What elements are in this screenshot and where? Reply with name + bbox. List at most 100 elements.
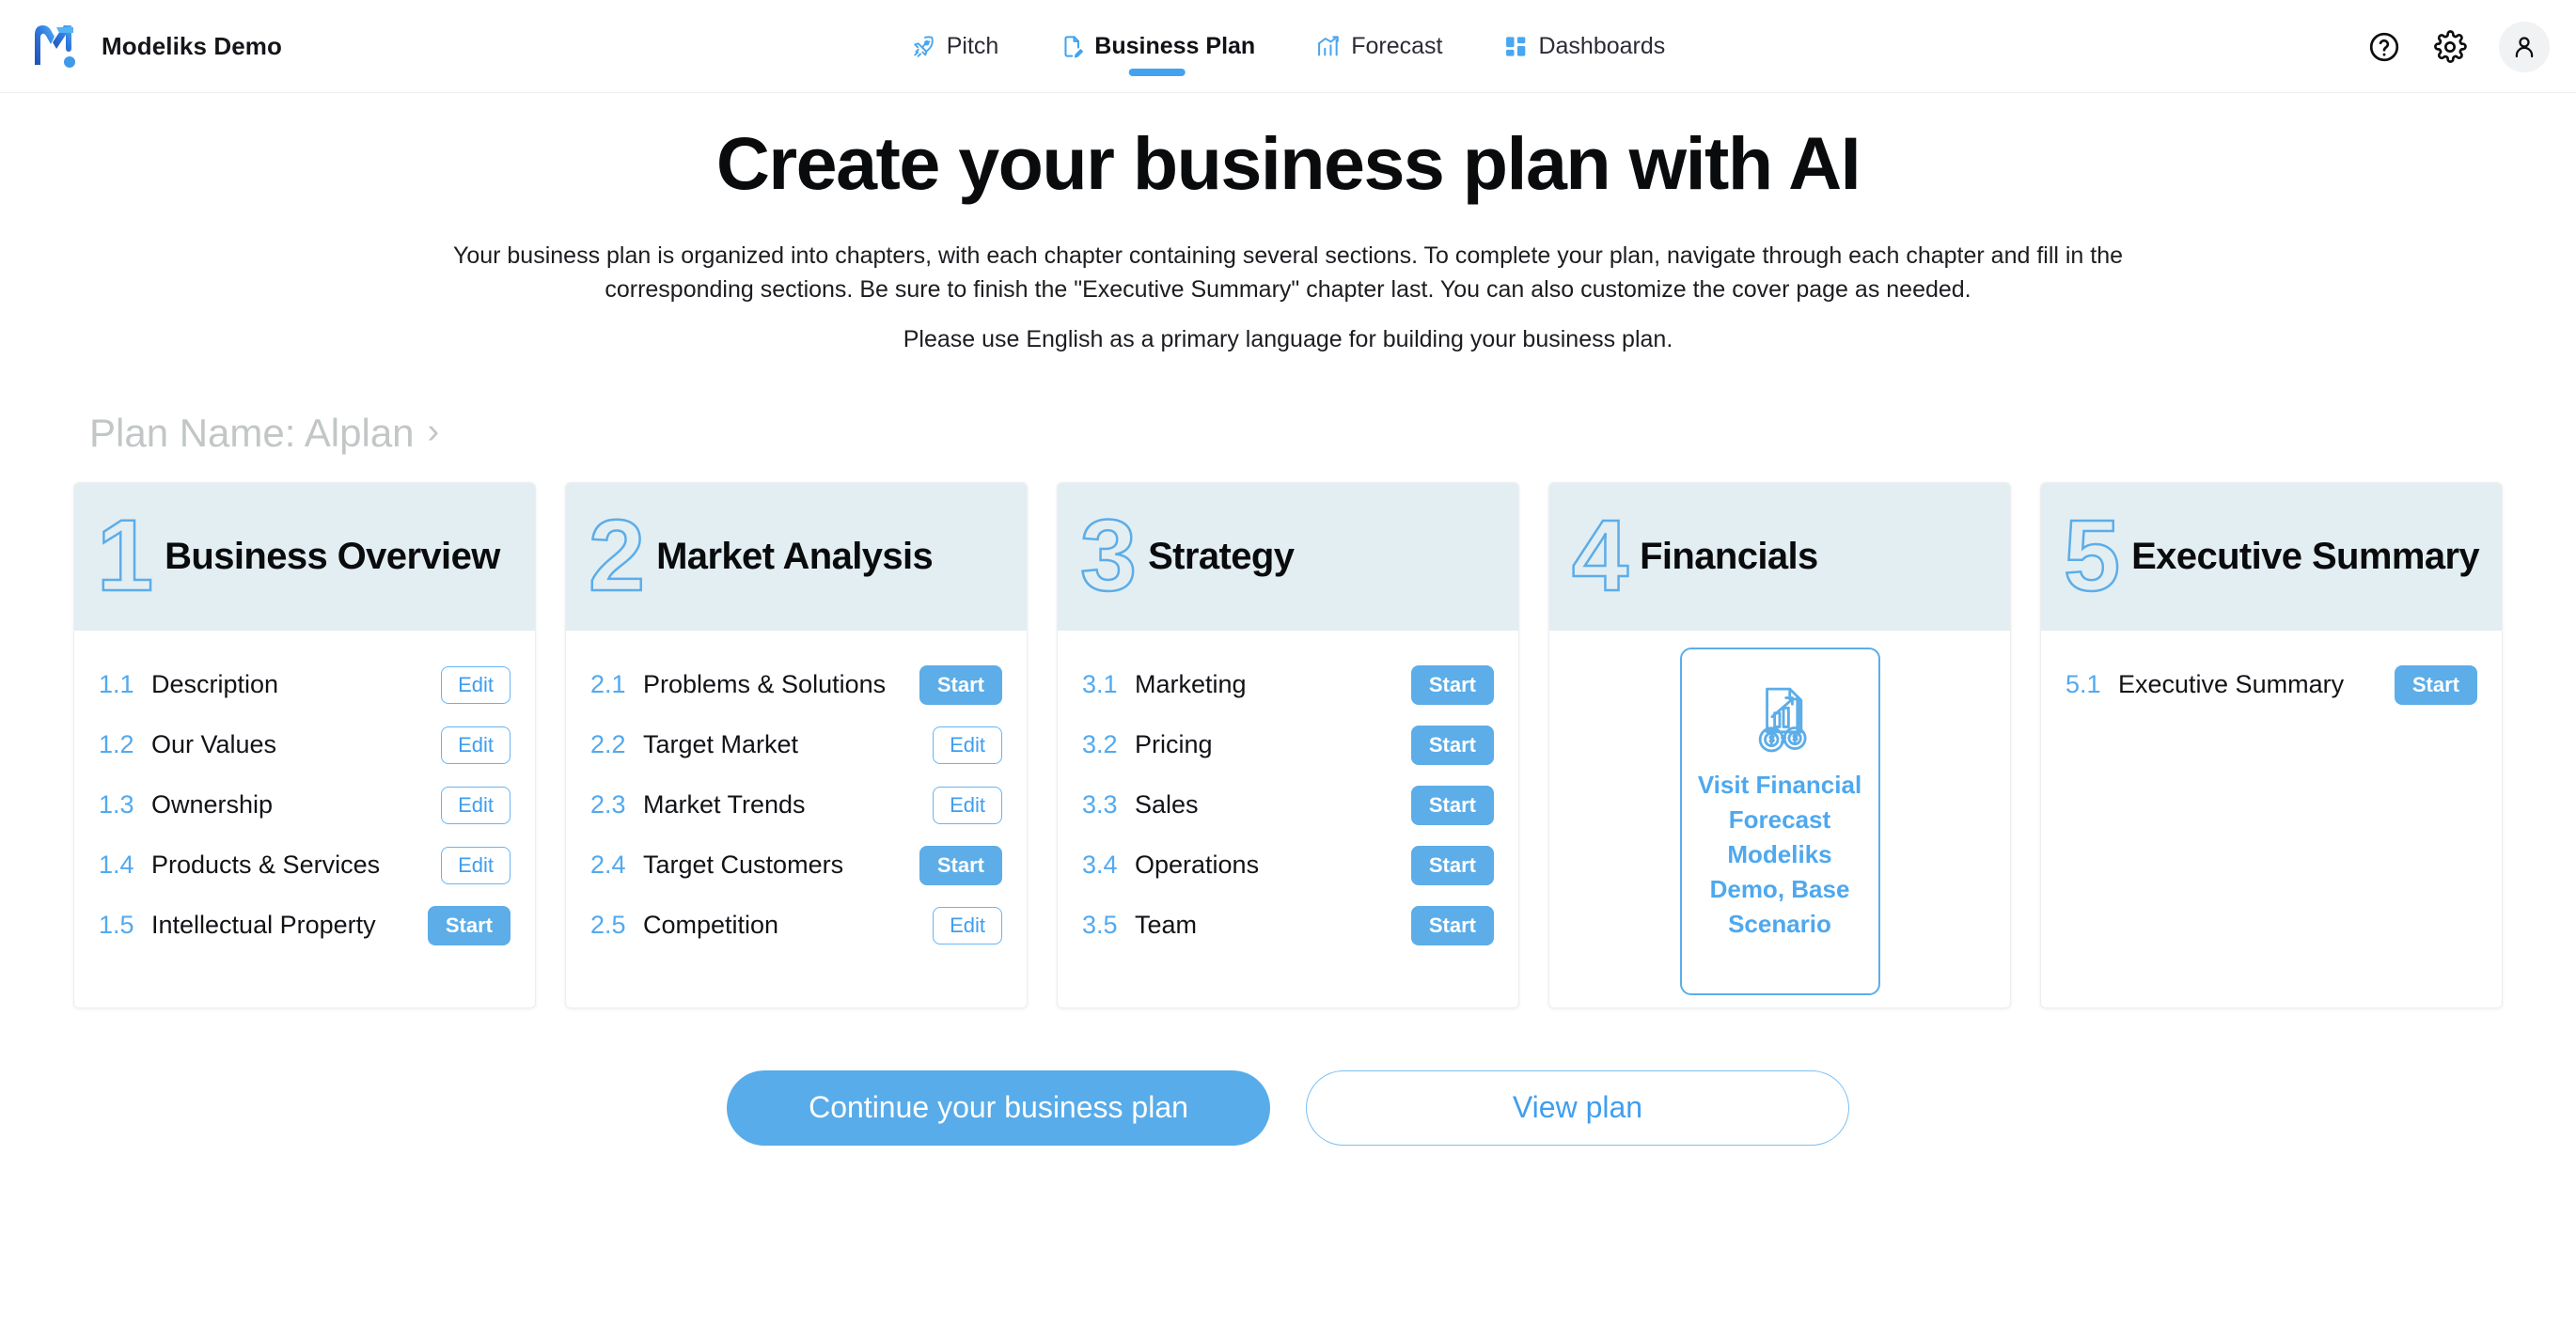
section-number: 1.4 (99, 851, 134, 880)
section-label: Target Market (643, 730, 799, 759)
chapter-header: 2 Market Analysis (566, 482, 1027, 631)
financial-forecast-body: Visit Financial Forecast Modeliks Demo, … (1549, 631, 2010, 1007)
continue-business-plan-button[interactable]: Continue your business plan (727, 1069, 1270, 1146)
section-action-button[interactable]: Edit (933, 907, 1002, 945)
section-row: 3.4 Operations Start (1082, 835, 1494, 896)
tab-label: Dashboards (1538, 33, 1666, 59)
hero-description: Your business plan is organized into cha… (381, 207, 2195, 356)
section-label: Marketing (1135, 670, 1247, 699)
section-label: Target Customers (643, 851, 844, 880)
footer-actions: Continue your business plan View plan (0, 1069, 2576, 1146)
chevron-right-icon: › (427, 411, 440, 451)
chapter-cards: 1 Business Overview 1.1 Description Edit… (73, 481, 2503, 1008)
chapter-title: Strategy (1148, 535, 1295, 577)
view-plan-button[interactable]: View plan (1306, 1069, 1849, 1146)
section-label: Our Values (151, 730, 277, 759)
chapter-number: 3 (1079, 497, 1139, 612)
tab-dashboards[interactable]: Dashboards (1500, 0, 1667, 93)
section-number: 3.3 (1082, 790, 1118, 820)
tab-label: Pitch (946, 33, 999, 59)
hero-paragraph-2: Please use English as a primary language… (903, 325, 1673, 352)
user-avatar[interactable] (2499, 21, 2550, 72)
chapter-title: Business Overview (165, 535, 500, 577)
section-number: 1.5 (99, 911, 134, 940)
help-circle-icon[interactable] (2367, 30, 2401, 64)
section-number: 3.1 (1082, 670, 1118, 699)
section-row: 2.2 Target Market Edit (590, 715, 1002, 775)
section-action-button[interactable]: Start (1410, 665, 1494, 705)
section-action-button[interactable]: Start (1410, 846, 1494, 885)
section-action-button[interactable]: Edit (441, 787, 510, 824)
section-action-button[interactable]: Start (1410, 726, 1494, 765)
section-action-button[interactable]: Start (919, 846, 1002, 885)
user-avatar-icon (2515, 36, 2534, 57)
section-row: 3.2 Pricing Start (1082, 715, 1494, 775)
top-navigation-bar: Modeliks Demo Pitch Business Plan Foreca… (0, 0, 2576, 93)
section-row: 2.1 Problems & Solutions Start (590, 655, 1002, 715)
financial-forecast-label: Visit Financial Forecast Modeliks Demo, … (1697, 770, 1862, 938)
brand-name: Modeliks Demo (102, 31, 283, 60)
section-row: 2.3 Market Trends Edit (590, 775, 1002, 835)
section-action-button[interactable]: Start (919, 665, 1002, 705)
financial-forecast-icon (1739, 674, 1820, 755)
section-row: 3.5 Team Start (1082, 896, 1494, 956)
section-action-button[interactable]: Start (1410, 786, 1494, 825)
section-number: 3.2 (1082, 730, 1118, 759)
page-title: Create your business plan with AI (715, 121, 1861, 205)
chart-trend-icon (1315, 34, 1341, 59)
chapter-number: 1 (96, 497, 155, 612)
chapter-header: 4 Financials (1549, 482, 2010, 631)
section-action-button[interactable]: Start (2394, 665, 2477, 705)
tab-forecast[interactable]: Forecast (1313, 0, 1444, 93)
section-row: 2.5 Competition Edit (590, 896, 1002, 956)
section-label: Pricing (1135, 730, 1213, 759)
section-number: 2.1 (590, 670, 626, 699)
chapter-card-4: 4 Financials Visit Financial Forecast Mo… (1548, 481, 2011, 1008)
plan-name-selector[interactable]: Plan Name: Alplan › (89, 411, 439, 456)
hero-section: Create your business plan with AI Your b… (0, 93, 2576, 356)
chapter-sections: 2.1 Problems & Solutions Start 2.2 Targe… (566, 631, 1027, 1007)
section-row: 2.4 Target Customers Start (590, 835, 1002, 896)
grid-layout-icon (1502, 34, 1528, 59)
section-number: 2.2 (590, 730, 626, 759)
section-action-button[interactable]: Edit (441, 666, 510, 704)
chapter-header: 1 Business Overview (74, 482, 535, 631)
section-row: 1.1 Description Edit (99, 655, 510, 715)
chapter-sections: 5.1 Executive Summary Start (2041, 631, 2502, 1007)
chapter-title: Financials (1640, 535, 1818, 577)
chapter-card-2: 2 Market Analysis 2.1 Problems & Solutio… (565, 481, 1028, 1008)
chapter-card-1: 1 Business Overview 1.1 Description Edit… (73, 481, 536, 1008)
brand[interactable]: Modeliks Demo (28, 20, 282, 72)
section-action-button[interactable]: Edit (933, 787, 1002, 824)
gear-icon[interactable] (2433, 29, 2467, 64)
chapter-card-5: 5 Executive Summary 5.1 Executive Summar… (2040, 481, 2503, 1008)
section-action-button[interactable]: Edit (441, 847, 510, 884)
tab-label: Business Plan (1094, 33, 1256, 59)
section-label: Sales (1135, 790, 1199, 820)
section-row: 3.1 Marketing Start (1082, 655, 1494, 715)
tab-business-plan[interactable]: Business Plan (1057, 0, 1257, 93)
section-label: Intellectual Property (151, 911, 376, 940)
section-action-button[interactable]: Start (1410, 906, 1494, 945)
tab-label: Forecast (1351, 33, 1443, 59)
visit-financial-forecast-card[interactable]: Visit Financial Forecast Modeliks Demo, … (1679, 647, 1880, 995)
section-row: 5.1 Executive Summary Start (2066, 655, 2477, 715)
tab-pitch[interactable]: Pitch (909, 0, 1001, 93)
section-row: 1.4 Products & Services Edit (99, 835, 510, 896)
section-action-button[interactable]: Start (427, 906, 510, 945)
section-number: 3.5 (1082, 911, 1118, 940)
section-label: Description (151, 670, 279, 699)
chapter-title: Market Analysis (656, 535, 934, 577)
chapter-title: Executive Summary (2131, 535, 2480, 577)
chapter-sections: 1.1 Description Edit 1.2 Our Values Edit… (74, 631, 535, 1007)
section-number: 2.5 (590, 911, 626, 940)
section-number: 3.4 (1082, 851, 1118, 880)
chapter-number: 5 (2063, 497, 2122, 612)
section-action-button[interactable]: Edit (441, 726, 510, 764)
main-nav-tabs: Pitch Business Plan Forecast Dashboards (909, 0, 1668, 93)
section-label: Executive Summary (2118, 670, 2345, 699)
chapter-number: 2 (588, 497, 647, 612)
rocket-icon (911, 34, 936, 59)
section-number: 1.3 (99, 790, 134, 820)
section-action-button[interactable]: Edit (933, 726, 1002, 764)
